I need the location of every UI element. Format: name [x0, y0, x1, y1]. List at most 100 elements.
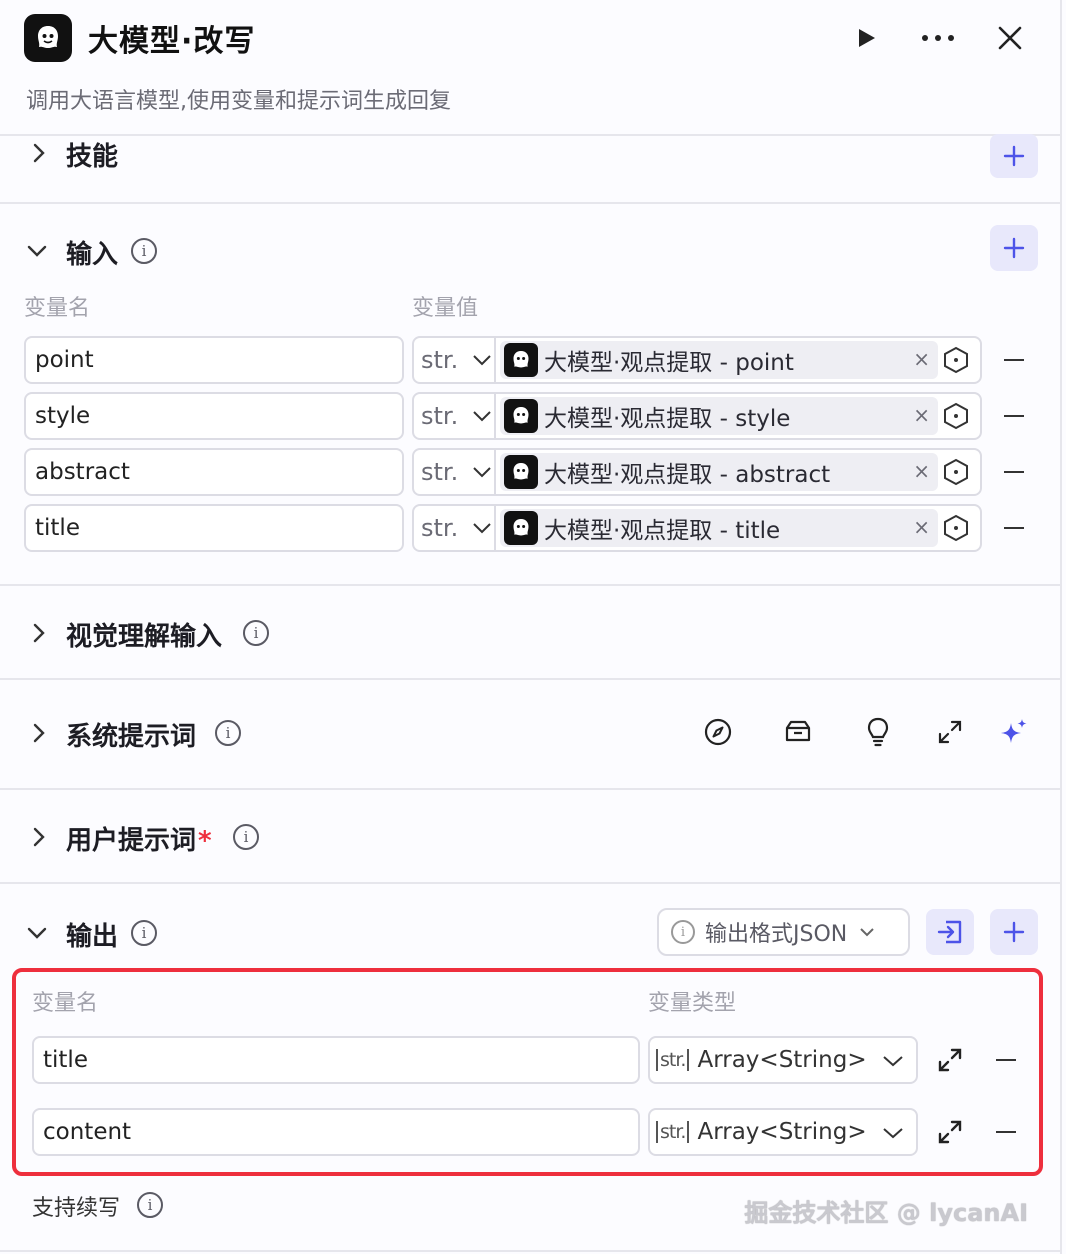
info-icon[interactable]: i	[137, 1192, 163, 1218]
input-var-name-field[interactable]: title	[24, 504, 404, 552]
remove-row-button[interactable]	[1004, 359, 1024, 361]
node-description: 调用大语言模型,使用变量和提示词生成回复	[26, 89, 451, 114]
info-icon[interactable]: i	[215, 720, 241, 746]
divider	[0, 202, 1062, 204]
remove-row-button[interactable]	[1004, 527, 1024, 529]
info-icon[interactable]: i	[243, 620, 269, 646]
section-title-output[interactable]: 输出	[66, 916, 118, 953]
add-input-button[interactable]	[990, 225, 1038, 271]
output-var-name-field[interactable]: title	[32, 1036, 640, 1084]
continue-writing-label: 支持续写	[32, 1196, 121, 1221]
output-format-label: 输出格式JSON	[705, 922, 848, 947]
add-skill-button[interactable]	[990, 134, 1038, 178]
chevron-right-icon[interactable]	[28, 142, 50, 164]
compass-icon[interactable]	[702, 716, 734, 748]
robot-logo-icon	[504, 399, 538, 433]
info-icon[interactable]: i	[131, 238, 157, 264]
variable-reference-tag[interactable]: 大模型·观点提取 - point ×	[500, 341, 938, 379]
input-var-value-field[interactable]: str. 大模型·观点提取 - style ×	[412, 392, 982, 440]
expand-icon[interactable]	[937, 1047, 963, 1077]
column-header-var-name: 变量名	[24, 296, 91, 321]
reference-text: 大模型·观点提取 - point	[544, 350, 794, 376]
input-var-name-field[interactable]: point	[24, 336, 404, 384]
robot-logo-icon	[504, 343, 538, 377]
input-var-value-field[interactable]: str. 大模型·观点提取 - title ×	[412, 504, 982, 552]
robot-logo-icon	[24, 14, 72, 62]
divider	[0, 788, 1062, 790]
divider	[0, 678, 1062, 680]
sparkle-icon[interactable]	[998, 716, 1030, 748]
type-select[interactable]: str.	[414, 338, 496, 382]
type-label: str.	[421, 458, 459, 486]
type-select[interactable]: str.	[414, 394, 496, 438]
watermark: 掘金技术社区 @ lycanAI	[744, 1199, 1028, 1227]
divider	[0, 882, 1062, 884]
type-select[interactable]: str.	[414, 506, 496, 550]
close-icon[interactable]	[990, 18, 1030, 58]
input-var-name-field[interactable]: abstract	[24, 448, 404, 496]
node-title[interactable]: 大模型·改写	[88, 16, 255, 60]
library-icon[interactable]	[782, 716, 814, 748]
info-icon[interactable]: i	[131, 920, 157, 946]
variable-picker-icon[interactable]	[942, 346, 970, 374]
chevron-down-icon[interactable]	[26, 240, 48, 262]
input-var-name-field[interactable]: style	[24, 392, 404, 440]
node-config-panel: 大模型·改写 调用大语言模型,使用变量和提示词生成回复 技能 输入 i 变量名 …	[0, 0, 1062, 1254]
add-output-button[interactable]	[990, 909, 1038, 955]
variable-reference-tag[interactable]: 大模型·观点提取 - style ×	[500, 397, 938, 435]
section-title-system-prompt[interactable]: 系统提示词	[66, 716, 196, 753]
robot-logo-icon	[504, 511, 538, 545]
section-title-user-prompt[interactable]: 用户提示词*	[66, 820, 212, 857]
info-icon: i	[671, 920, 695, 944]
chevron-down-icon[interactable]	[26, 922, 48, 944]
column-header-var-name: 变量名	[32, 991, 99, 1016]
info-icon[interactable]: i	[233, 824, 259, 850]
remove-reference-icon[interactable]: ×	[913, 515, 930, 539]
chevron-right-icon[interactable]	[28, 722, 50, 744]
remove-row-button[interactable]	[1004, 415, 1024, 417]
variable-reference-tag[interactable]: 大模型·观点提取 - title ×	[500, 509, 938, 547]
string-type-icon: str.	[656, 1049, 690, 1071]
section-title-skills[interactable]: 技能	[66, 136, 118, 173]
more-icon[interactable]	[918, 18, 958, 58]
chevron-right-icon[interactable]	[28, 622, 50, 644]
reference-text: 大模型·观点提取 - style	[544, 406, 791, 432]
variable-picker-icon[interactable]	[942, 458, 970, 486]
type-value: Array<String>	[697, 1047, 867, 1073]
variable-picker-icon[interactable]	[942, 514, 970, 542]
import-output-button[interactable]	[926, 909, 974, 955]
required-mark: *	[198, 826, 212, 856]
variable-reference-tag[interactable]: 大模型·观点提取 - abstract ×	[500, 453, 938, 491]
output-type-select[interactable]: str. Array<String>	[648, 1108, 918, 1156]
output-var-name-field[interactable]: content	[32, 1108, 640, 1156]
column-header-var-value: 变量值	[412, 296, 479, 321]
remove-row-button[interactable]	[996, 1059, 1016, 1061]
remove-row-button[interactable]	[1004, 471, 1024, 473]
divider	[0, 584, 1062, 586]
type-label: str.	[421, 402, 459, 430]
section-title-vision-input[interactable]: 视觉理解输入	[66, 616, 222, 653]
type-select[interactable]: str.	[414, 450, 496, 494]
expand-icon[interactable]	[937, 1119, 963, 1149]
output-type-select[interactable]: str. Array<String>	[648, 1036, 918, 1084]
divider	[0, 1250, 1062, 1252]
variable-picker-icon[interactable]	[942, 402, 970, 430]
input-var-value-field[interactable]: str. 大模型·观点提取 - point ×	[412, 336, 982, 384]
user-prompt-label: 用户提示词	[66, 826, 197, 856]
robot-logo-icon	[504, 455, 538, 489]
expand-icon[interactable]	[934, 716, 966, 748]
section-title-input[interactable]: 输入	[66, 234, 118, 271]
string-type-icon: str.	[656, 1121, 690, 1143]
play-icon[interactable]	[846, 18, 886, 58]
chevron-right-icon[interactable]	[28, 826, 50, 848]
remove-reference-icon[interactable]: ×	[913, 347, 930, 371]
reference-text: 大模型·观点提取 - title	[544, 518, 781, 544]
remove-reference-icon[interactable]: ×	[913, 403, 930, 427]
type-label: str.	[421, 514, 459, 542]
remove-row-button[interactable]	[996, 1131, 1016, 1133]
remove-reference-icon[interactable]: ×	[913, 459, 930, 483]
input-var-value-field[interactable]: str. 大模型·观点提取 - abstract ×	[412, 448, 982, 496]
output-format-dropdown[interactable]: i 输出格式JSON	[657, 908, 910, 956]
lightbulb-icon[interactable]	[862, 716, 894, 748]
column-header-var-type: 变量类型	[648, 991, 737, 1016]
